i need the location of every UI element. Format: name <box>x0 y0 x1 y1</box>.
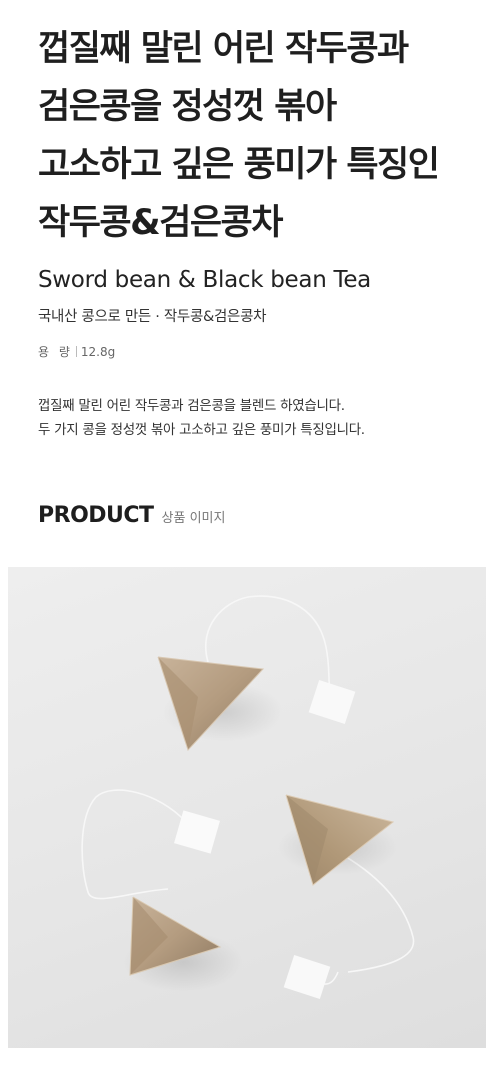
product-photo <box>8 567 486 1048</box>
section-subtitle: 상품 이미지 <box>161 511 226 526</box>
section-header: PRODUCT 상품 이미지 <box>38 503 225 528</box>
description-line-1: 껍질째 말린 어린 작두콩과 검은콩을 블렌드 하였습니다. <box>38 398 345 414</box>
teabag-illustration <box>81 595 415 1000</box>
product-english-name: Sword bean & Black bean Tea <box>38 267 371 293</box>
product-korean-subtitle: 국내산 콩으로 만든 · 작두콩&검은콩차 <box>38 309 267 325</box>
section-title: PRODUCT <box>38 503 154 528</box>
spec-value: 12.8g <box>80 344 116 359</box>
spec-divider <box>75 346 77 357</box>
headline-line-4: 작두콩&검은콩차 <box>38 203 283 243</box>
headline-line-1: 껍질째 말린 어린 작두콩과 <box>38 29 409 69</box>
headline-line-3: 고소하고 깊은 풍미가 특징인 <box>38 145 440 185</box>
headline: 껍질째 말린 어린 작두콩과 검은콩을 정성껏 볶아 고소하고 깊은 풍미가 특… <box>38 20 478 252</box>
product-spec: 용 량 12.8g <box>38 343 115 360</box>
product-description: 껍질째 말린 어린 작두콩과 검은콩을 블렌드 하였습니다. 두 가지 콩을 정… <box>38 394 365 442</box>
headline-line-2: 검은콩을 정성껏 볶아 <box>38 87 337 127</box>
spec-label: 용 량 <box>38 345 73 359</box>
description-line-2: 두 가지 콩을 정성껏 볶아 고소하고 깊은 풍미가 특징입니다. <box>38 422 365 438</box>
